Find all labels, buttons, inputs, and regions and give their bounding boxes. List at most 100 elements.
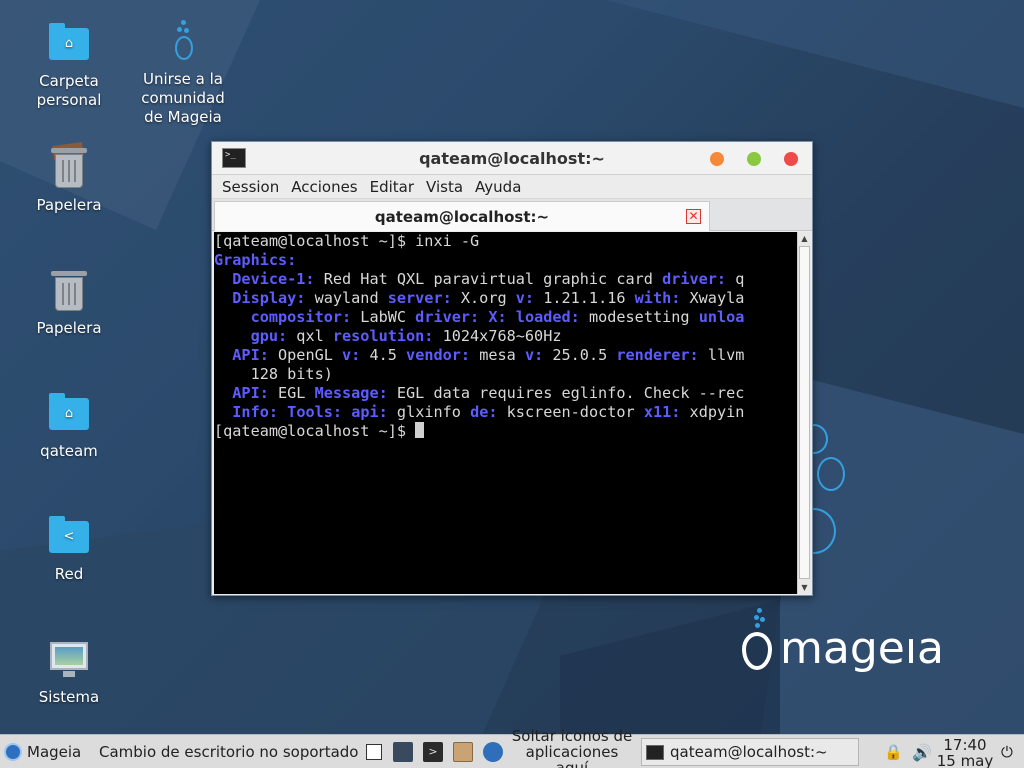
desktop-icon-mageia-community[interactable]: Unirse a la comunidad de Mageia: [133, 20, 233, 127]
task-label: qateam@localhost:~: [670, 743, 828, 761]
desktop-icon-trash-full[interactable]: Papelera: [19, 141, 119, 215]
terminal-text: Tools:: [287, 403, 343, 421]
launcher-drop-area[interactable]: Soltar iconos de aplicaciones aquí: [508, 728, 636, 768]
launcher-settings[interactable]: [393, 735, 413, 768]
settings-launcher-icon: [393, 742, 413, 762]
desktop-icon-label: Red: [54, 565, 84, 583]
terminal-output[interactable]: [qateam@localhost ~]$ inxi -G Graphics: D…: [214, 232, 797, 594]
terminal-text: kscreen-doctor: [497, 403, 644, 421]
application-menu-label: Mageia: [27, 743, 82, 761]
terminal-text: modesetting: [579, 308, 699, 326]
terminal-text: X.org: [451, 289, 516, 307]
desktop-icon-label: Unirse a la comunidad de Mageia: [141, 70, 225, 126]
terminal-line: Device-1: Red Hat QXL paravirtual graphi…: [214, 270, 797, 289]
tab-title: qateam@localhost:~: [374, 208, 550, 226]
terminal-text: driver:: [415, 308, 480, 326]
launcher-control-center[interactable]: [483, 735, 503, 768]
desktop-icon-system[interactable]: Sistema: [19, 638, 119, 707]
terminal-text: OpenGL: [268, 346, 343, 364]
terminal-text: Xwayla: [680, 289, 745, 307]
minimize-button[interactable]: [710, 152, 724, 166]
terminal-text: API:: [214, 346, 269, 364]
window-titlebar[interactable]: >_ qateam@localhost:~: [212, 142, 812, 175]
terminal-text: de:: [470, 403, 498, 421]
menu-editar[interactable]: Editar: [364, 178, 420, 196]
terminal-text: resolution:: [332, 327, 434, 345]
desktop-icon-label: Sistema: [38, 688, 100, 706]
menu-session[interactable]: Session: [216, 178, 285, 196]
terminal-text: EGL data requires eglinfo. Check --rec: [387, 384, 745, 402]
terminal-line: 128 bits): [214, 365, 797, 384]
terminal-text: renderer:: [616, 346, 699, 364]
launcher-terminal[interactable]: >: [423, 735, 443, 768]
terminal-text: X:: [488, 308, 507, 326]
scrollbar-thumb[interactable]: [799, 246, 810, 579]
drop-area-text: Soltar iconos de aplicaciones aquí: [511, 727, 633, 768]
terminal-text: xdpyin: [680, 403, 745, 421]
menu-acciones[interactable]: Acciones: [285, 178, 363, 196]
terminal-text: unloa: [698, 308, 745, 326]
terminal-line: Display: wayland server: X.org v: 1.21.1…: [214, 289, 797, 308]
terminal-text: 4.5: [360, 346, 407, 364]
desktop-icon-qateam[interactable]: ⌂ qateam: [19, 392, 119, 461]
terminal-text: Message:: [314, 384, 388, 402]
terminal-text: wayland: [305, 289, 388, 307]
show-desktop-icon: [366, 744, 382, 760]
desktop-icon-label: Papelera: [36, 319, 102, 337]
files-launcher-icon: [453, 742, 473, 762]
terminal-text: [qateam@localhost ~]$ inxi -G: [214, 232, 480, 250]
terminal-window[interactable]: >_ qateam@localhost:~ Session Acciones E…: [211, 141, 813, 596]
desktop-icon-trash[interactable]: Papelera: [19, 269, 119, 338]
taskbar-task-terminal[interactable]: qateam@localhost:~: [641, 738, 859, 766]
terminal-text: q: [726, 270, 745, 288]
terminal-text: Info:: [214, 403, 279, 421]
tab-close-icon[interactable]: ✕: [686, 209, 701, 224]
terminal-text: 128 bits): [214, 365, 333, 383]
terminal-text: API:: [214, 384, 269, 402]
lock-icon[interactable]: 🔒: [884, 735, 903, 768]
scroll-down-icon[interactable]: ▼: [798, 581, 811, 594]
terminal-line: [qateam@localhost ~]$ inxi -G: [214, 232, 797, 251]
scroll-up-icon[interactable]: ▲: [798, 232, 811, 245]
terminal-text: with:: [634, 289, 681, 307]
terminal-text: server:: [387, 289, 452, 307]
close-button[interactable]: [784, 152, 798, 166]
terminal-scrollbar[interactable]: ▲ ▼: [797, 232, 811, 594]
trash-icon: [47, 269, 91, 313]
terminal-text: v:: [524, 346, 544, 364]
terminal-text: LabWC: [351, 308, 416, 326]
clock[interactable]: 17:40 15 may: [936, 735, 994, 768]
clock-time: 17:40: [943, 736, 987, 754]
terminal-line: API: EGL Message: EGL data requires egli…: [214, 384, 797, 403]
mageia-logo-text: mageıa: [780, 623, 945, 674]
desktop-icon-network[interactable]: < Red: [19, 515, 119, 584]
network-folder-icon: <: [47, 515, 91, 559]
maximize-button[interactable]: [747, 152, 761, 166]
power-icon[interactable]: ⏻: [1001, 735, 1013, 768]
home-folder-icon: ⌂: [47, 392, 91, 436]
application-menu-button[interactable]: Mageia: [4, 735, 81, 768]
home-folder-icon: ⌂: [47, 22, 91, 66]
menu-ayuda[interactable]: Ayuda: [469, 178, 527, 196]
tab-terminal[interactable]: qateam@localhost:~ ✕: [214, 201, 710, 231]
show-desktop-button[interactable]: [366, 735, 382, 768]
launcher-files[interactable]: [453, 735, 473, 768]
terminal-text: Device-1:: [214, 270, 315, 288]
terminal-line: gpu: qxl resolution: 1024x768~60Hz: [214, 327, 797, 346]
terminal-text: v:: [342, 346, 361, 364]
terminal-line: [qateam@localhost ~]$: [214, 422, 797, 441]
terminal-text: v:: [515, 289, 535, 307]
desktop-icon-home[interactable]: ⌂ Carpeta personal: [19, 22, 119, 110]
menubar: Session Acciones Editar Vista Ayuda: [212, 175, 812, 199]
terminal-task-icon: [646, 744, 664, 760]
volume-icon[interactable]: 🔊: [912, 735, 932, 768]
terminal-launcher-icon: >: [423, 742, 443, 762]
desktop-icon-label: qateam: [40, 442, 98, 460]
terminal-line: compositor: LabWC driver: X: loaded: mod…: [214, 308, 797, 327]
menu-vista[interactable]: Vista: [420, 178, 469, 196]
terminal-text: Graphics:: [214, 251, 297, 269]
terminal-text: api:: [351, 403, 388, 421]
desktop-icon-label: Carpeta personal: [36, 72, 102, 109]
